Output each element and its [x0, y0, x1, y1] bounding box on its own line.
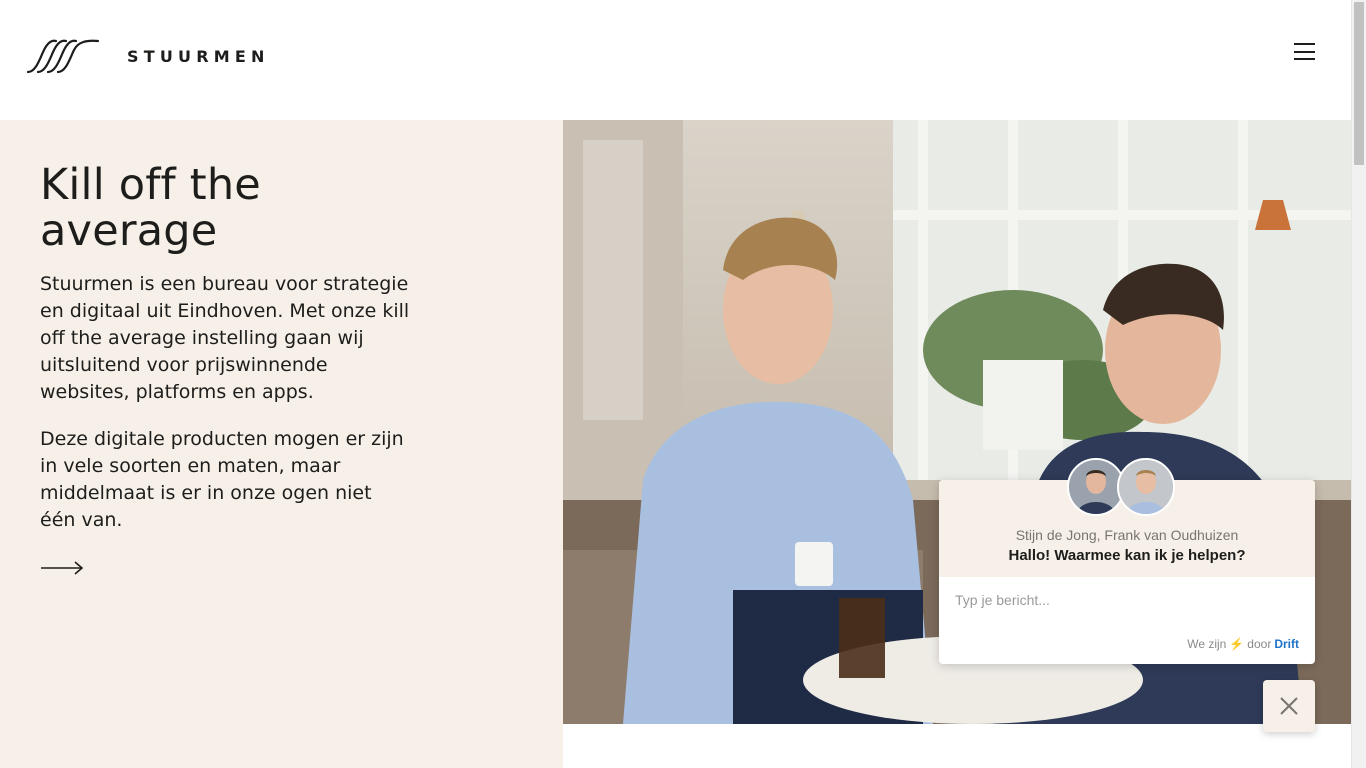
close-icon — [1280, 697, 1298, 715]
hamburger-icon-line — [1294, 50, 1315, 53]
menu-button[interactable] — [1294, 43, 1315, 61]
avatar — [1117, 458, 1175, 516]
powered-by-prefix: We zijn — [1187, 637, 1227, 651]
scrollbar-thumb[interactable] — [1354, 2, 1364, 165]
chat-close-button[interactable] — [1263, 680, 1315, 732]
hero-intro: Kill off the average Stuurmen is een bur… — [0, 120, 563, 768]
content-below — [563, 724, 1351, 768]
agent-avatar-1 — [1069, 460, 1123, 514]
chat-powered-by: We zijn ⚡ door Drift — [1187, 637, 1299, 651]
page-scrollbar[interactable] — [1351, 0, 1366, 768]
drift-link[interactable]: Drift — [1274, 637, 1299, 651]
hero-paragraph-2: Deze digitale producten mogen er zijn in… — [40, 428, 404, 531]
chat-header: Stijn de Jong, Frank van Oudhuizen Hallo… — [939, 458, 1315, 577]
logo-link[interactable]: STUURMEN — [26, 38, 270, 74]
arrow-right-icon[interactable] — [40, 560, 84, 576]
brand-name: STUURMEN — [127, 46, 270, 66]
site-header: STUURMEN — [0, 0, 1351, 120]
chat-message-input[interactable] — [955, 592, 1295, 608]
stuurmen-logo-icon — [26, 39, 100, 74]
chat-widget: Stijn de Jong, Frank van Oudhuizen Hallo… — [939, 458, 1315, 664]
powered-by-mid: door — [1247, 637, 1272, 651]
agent-avatar-2 — [1119, 460, 1173, 514]
chat-agent-names: Stijn de Jong, Frank van Oudhuizen — [1015, 527, 1239, 543]
chat-greeting: Hallo! Waarmee kan ik je helpen? — [1008, 547, 1246, 564]
hamburger-icon — [1294, 43, 1315, 45]
hero-title: Kill off the average — [40, 160, 261, 256]
hamburger-icon-line — [1294, 58, 1315, 60]
hero-paragraph-1: Stuurmen is een bureau voor strategie en… — [40, 273, 410, 403]
lightning-icon: ⚡ — [1229, 637, 1245, 651]
